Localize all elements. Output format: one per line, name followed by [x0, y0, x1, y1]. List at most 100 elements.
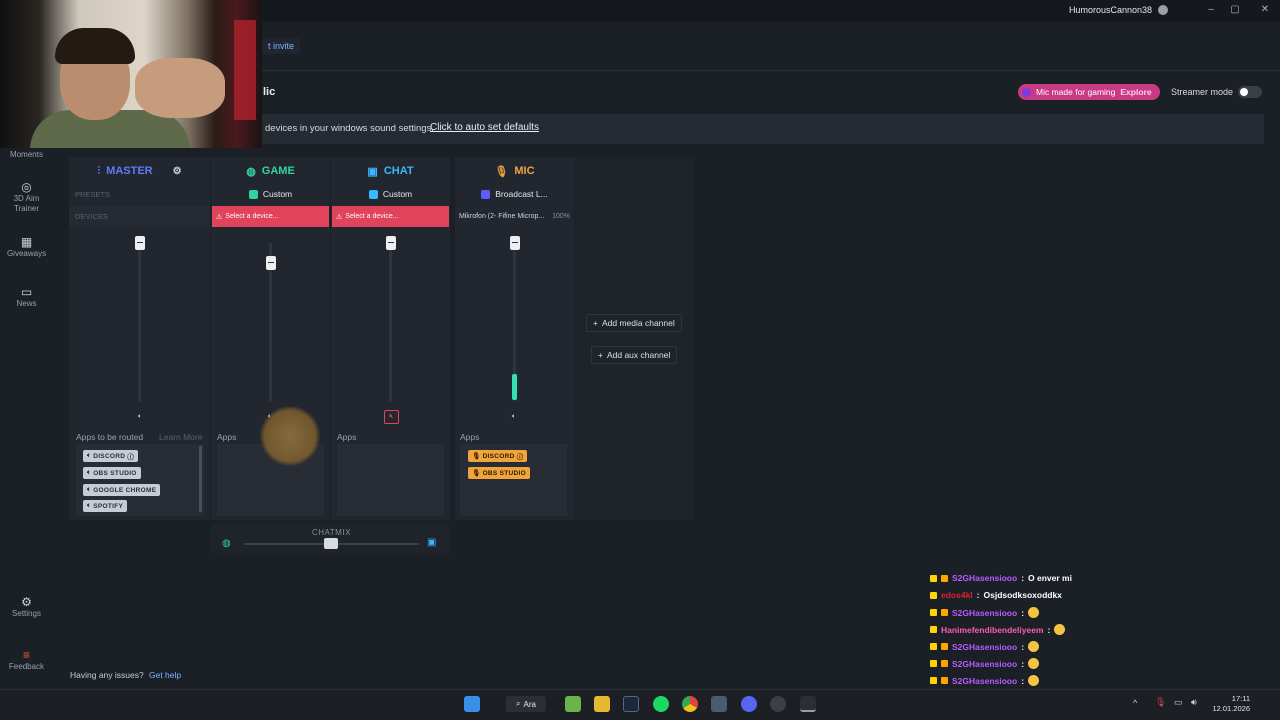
mic-app-chip-discord[interactable]: 🎙︎ DISCORD ⓘ	[468, 450, 528, 462]
close-button[interactable]: ✕	[1258, 4, 1272, 15]
sidebar-item-label: Settings	[12, 609, 41, 618]
game-header: ◍ GAME	[211, 160, 330, 182]
mic-preset[interactable]: Broadcast L...	[455, 187, 574, 201]
mic-mute-button[interactable]: 🔈︎	[508, 411, 520, 423]
badge-icon	[930, 660, 937, 667]
master-header: ⫶ MASTER ⚙	[69, 160, 210, 182]
chat-message: Hanimefendibendeliyeem:	[930, 624, 1066, 635]
steelseries-gg-icon[interactable]	[800, 696, 816, 712]
get-help-link[interactable]: Get help	[149, 670, 181, 680]
preset-icon	[368, 189, 378, 199]
preset-icon	[248, 189, 258, 199]
add-channel-panel	[575, 157, 694, 520]
warning-icon: ⚠	[336, 213, 343, 221]
windows-start-icon[interactable]	[464, 696, 480, 712]
chat-fader-track[interactable]	[389, 243, 392, 401]
add-aux-label: Add aux channel	[606, 350, 671, 360]
chat-colon: :	[1021, 641, 1025, 652]
master-fader-knob[interactable]	[135, 236, 145, 250]
plus-icon: +	[593, 318, 598, 328]
promo-explore-link[interactable]: Explore	[1120, 87, 1151, 97]
master-mute-button[interactable]: 🔈︎	[134, 411, 146, 423]
mic-device-label: Mikrofon (2- Fifine Microp...	[459, 213, 545, 220]
chat-preset-label: Custom	[382, 189, 413, 199]
minimize-button[interactable]: –	[1204, 4, 1218, 15]
app-chip-chrome[interactable]: 🔈︎ GOOGLE CHROME	[83, 484, 161, 496]
add-media-channel-button[interactable]: + Add media channel	[586, 314, 682, 332]
promo-text: Mic made for gaming	[1036, 87, 1116, 97]
game-fader-knob[interactable]	[266, 256, 276, 270]
auto-set-defaults-link[interactable]: Click to auto set defaults	[430, 122, 539, 133]
sidebar-item-news[interactable]: ▭ News	[0, 286, 53, 309]
chat-message: S2GHasensiooo: O enver mi	[930, 573, 1072, 583]
emoji-icon	[1054, 624, 1066, 635]
chat-message: edos4kl: Osjdsodksoxoddkx	[930, 590, 1062, 600]
master-settings-icon[interactable]: ⚙	[173, 166, 182, 177]
invite-button[interactable]: t invite	[262, 38, 301, 54]
chat-mute-button[interactable]: 🔇︎	[384, 410, 399, 424]
add-aux-channel-button[interactable]: + Add aux channel	[591, 346, 678, 364]
chat-colon: :	[1021, 658, 1025, 669]
mic-tray-icon[interactable]: 🎙︎	[1155, 697, 1166, 708]
badge-icon	[941, 643, 948, 650]
game-preset[interactable]: Custom	[211, 187, 330, 201]
gear-icon: ⚙	[21, 595, 32, 609]
mic-fader-knob[interactable]	[510, 236, 520, 250]
mic-header: 🎙︎ MIC	[455, 160, 574, 182]
chat-colon: :	[976, 590, 980, 600]
sidebar-item-settings[interactable]: ⚙ Settings	[0, 595, 53, 619]
app-chip-obs[interactable]: 🔈︎ OBS STUDIO	[83, 467, 141, 479]
apps-scrollbar[interactable]	[199, 446, 202, 512]
sidebar-item-moments[interactable]: Moments	[0, 150, 53, 160]
maximize-button[interactable]: ▢	[1228, 4, 1242, 15]
discord-icon[interactable]	[741, 696, 757, 712]
sidebar-item-label: Feedback	[8, 662, 45, 671]
master-fader-track[interactable]	[138, 243, 141, 401]
add-media-label: Add media channel	[601, 318, 675, 328]
sliders-icon: ⫶	[97, 164, 101, 177]
streamer-mode-toggle[interactable]	[1238, 86, 1262, 98]
warning-icon: ⚠	[216, 213, 223, 221]
chat-user: S2GHasensiooo	[952, 641, 1018, 652]
file-explorer-icon[interactable]	[594, 696, 610, 712]
promo-banner[interactable]: Mic made for gaming Explore	[1018, 84, 1160, 100]
obs-icon[interactable]	[770, 696, 786, 712]
chat-text: O enver mi	[1028, 573, 1072, 583]
steam-icon[interactable]	[623, 696, 639, 712]
clock-date: 12.01.2026	[1212, 704, 1250, 713]
user-account[interactable]: HumorousCannon38	[1069, 5, 1168, 15]
info-icon: ⓘ	[127, 454, 135, 461]
sidebar-item-feedback[interactable]: ≡ Feedback	[0, 649, 53, 672]
chat-apps-box[interactable]	[337, 444, 444, 516]
chat-colon: :	[1021, 573, 1025, 583]
settings-app-icon[interactable]	[711, 696, 727, 712]
chat-preset[interactable]: Custom	[331, 187, 450, 201]
mic-device-select[interactable]: Mikrofon (2- Fifine Microp... 100%	[455, 206, 574, 227]
speaker-icon: 🔈︎	[87, 469, 92, 476]
sidebar-item-aim-trainer[interactable]: ◎ 3D Aim Trainer	[0, 181, 53, 214]
network-icon[interactable]: ▭	[1174, 697, 1183, 708]
spotify-icon[interactable]	[653, 696, 669, 712]
app-chip-label: DISCORD	[482, 452, 515, 460]
chat-icon: ▣	[367, 165, 378, 178]
tray-chevron-icon[interactable]: ^	[1133, 698, 1137, 708]
chatmix-knob[interactable]	[324, 538, 338, 549]
clock[interactable]: 17:11 12.01.2026	[1212, 694, 1250, 714]
chat-icon: ▣	[427, 537, 437, 548]
taskbar-search[interactable]: ⌕ Ara	[506, 696, 546, 712]
learn-more-link[interactable]: Learn More	[159, 432, 202, 442]
store-icon[interactable]	[565, 696, 581, 712]
chat-fader-knob[interactable]	[386, 236, 396, 250]
mic-app-chip-obs[interactable]: 🎙︎ OBS STUDIO	[468, 467, 531, 479]
volume-icon[interactable]: 🔊︎	[1191, 697, 1197, 708]
app-chip-discord[interactable]: 🔈︎ DISCORD ⓘ	[83, 450, 139, 462]
app-chip-spotify[interactable]: 🔈︎ SPOTIFY	[83, 500, 128, 512]
sidebar-item-giveaways[interactable]: ▦ Giveaways	[0, 236, 53, 259]
app-chip-label: GOOGLE CHROME	[93, 486, 157, 494]
chrome-icon[interactable]	[682, 696, 698, 712]
page-title: lic	[263, 86, 276, 98]
chat-device-select[interactable]: ⚠ Select a device...	[332, 206, 449, 227]
badge-icon	[930, 609, 937, 616]
game-device-select[interactable]: ⚠ Select a device...	[212, 206, 329, 227]
microphone-icon: 🎙︎	[494, 165, 509, 178]
